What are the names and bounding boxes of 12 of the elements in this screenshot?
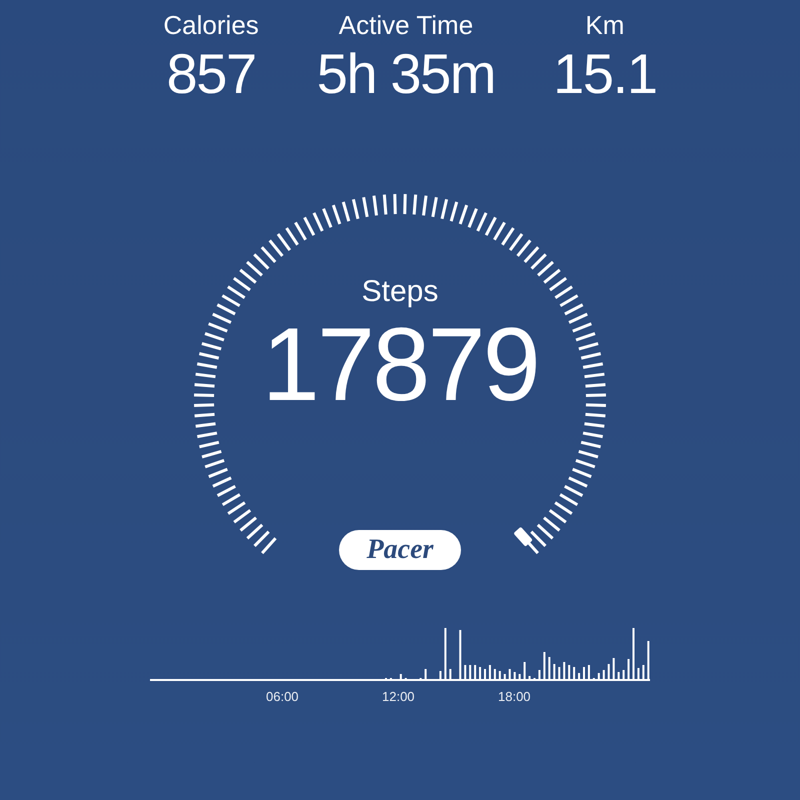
- stat-label: Calories: [163, 9, 259, 42]
- stat-label: Km: [585, 9, 624, 42]
- stat-value: 857: [166, 42, 256, 106]
- time-label: 18:00: [498, 688, 531, 706]
- time-label: 06:00: [266, 688, 299, 706]
- steps-count: 17879: [262, 310, 538, 420]
- stat-value: 15.1: [553, 42, 657, 106]
- stat-label: Active Time: [338, 9, 474, 42]
- brand-logo: Pacer: [339, 530, 461, 570]
- steps-label: Steps: [362, 274, 438, 310]
- time-label: 12:00: [382, 688, 415, 706]
- stat-value: 5h 35m: [316, 42, 496, 106]
